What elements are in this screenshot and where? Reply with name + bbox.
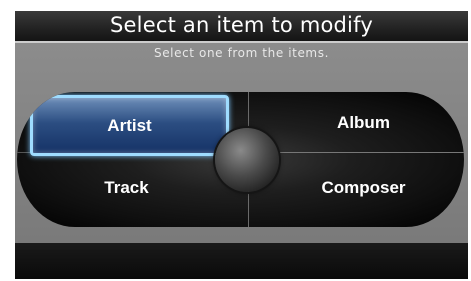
right-horizontal-divider [248, 152, 464, 153]
instruction-text: Select one from the items. [153, 46, 329, 60]
footer-band [15, 243, 468, 279]
nav-screen: Select an item to modify Select one from… [15, 11, 468, 279]
option-artist[interactable]: Artist [30, 95, 229, 156]
page-title: Select an item to modify [110, 13, 373, 37]
option-album[interactable]: Album [267, 95, 460, 150]
selection-panel: Artist Album Track Composer [17, 92, 464, 227]
header-bar: Select an item to modify [15, 11, 468, 43]
content-area: Select one from the items. Artist Album … [15, 43, 468, 243]
option-composer[interactable]: Composer [267, 160, 460, 215]
option-track[interactable]: Track [30, 160, 223, 215]
rotary-knob-icon [215, 128, 279, 192]
